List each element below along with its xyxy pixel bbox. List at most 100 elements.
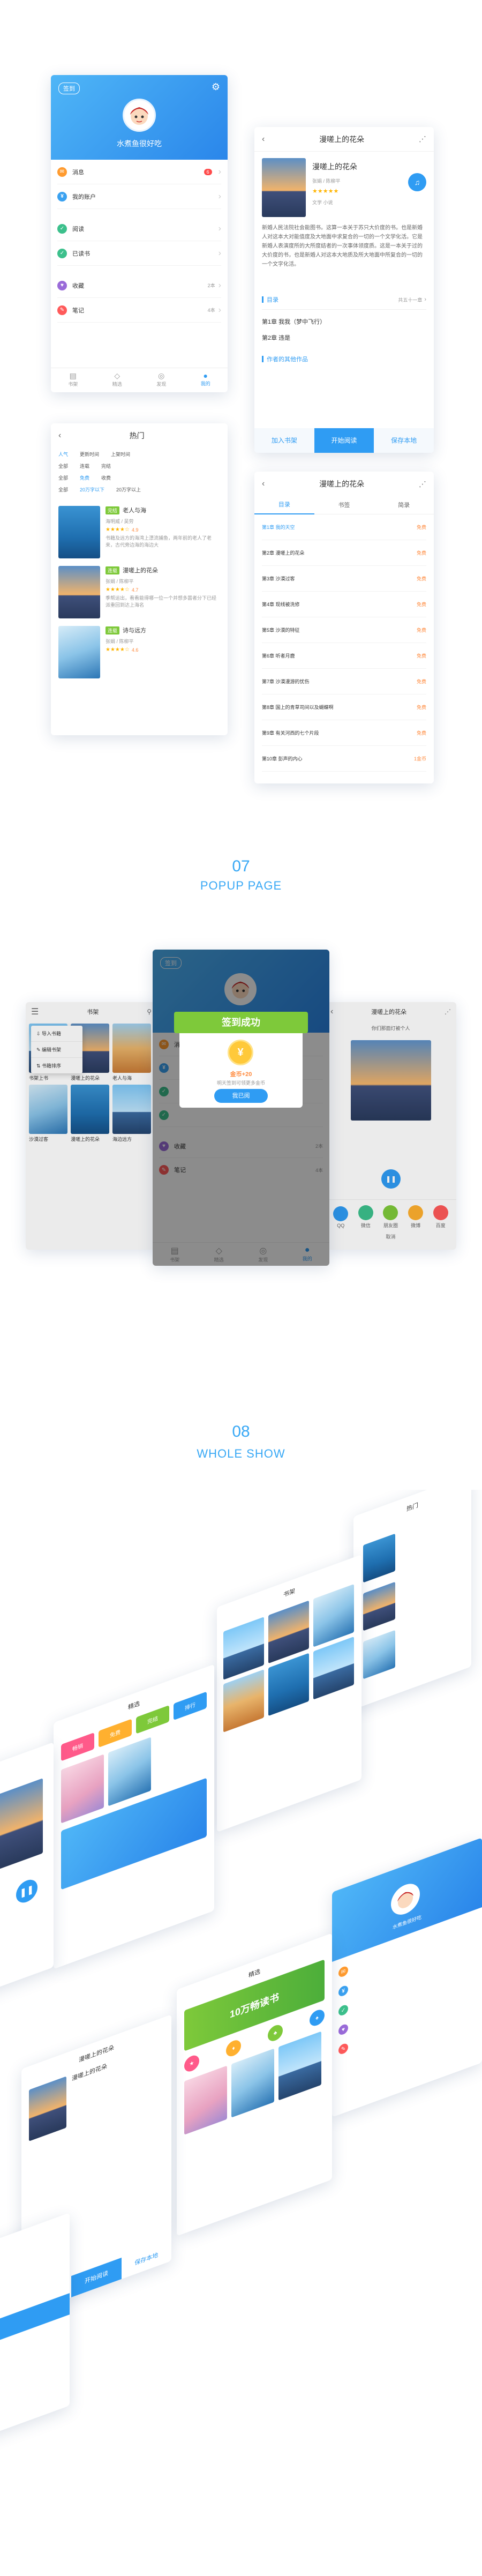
tab-discover[interactable]: ◎ 发现 <box>139 368 184 392</box>
filter-option[interactable]: 全部 <box>58 474 68 481</box>
overlay <box>153 950 329 1266</box>
import-books-item[interactable]: ⇩ 导入书籍 <box>31 1026 82 1042</box>
chapter-row[interactable]: 第5章 沙漠的特征 免费 <box>262 617 426 643</box>
play-button[interactable]: ❚❚ <box>381 1169 401 1189</box>
share-icon[interactable]: ⋰ <box>419 480 426 489</box>
profile-menu-item[interactable]: ✓ 已读书 › <box>57 241 221 266</box>
chapter-name: 第9章 有关河西的七个片段 <box>262 730 319 736</box>
signin-badge[interactable]: 签到 <box>58 83 80 94</box>
chip-finished[interactable]: 完结 <box>136 1705 169 1734</box>
avatar[interactable] <box>123 99 156 132</box>
save-local-button[interactable]: 保存本地 <box>374 428 434 453</box>
tab-bookshelf[interactable]: ▤ 书架 <box>51 368 95 392</box>
tab-bookmark[interactable]: 书签 <box>314 497 374 514</box>
chip-rank[interactable]: 排行 <box>174 1691 207 1721</box>
share-screen-title: 漫嗟上的花朵 <box>371 1009 407 1016</box>
search-icon[interactable]: ⚲ <box>147 1008 152 1016</box>
chapter-price: 1金币 <box>413 756 426 761</box>
tab-summary[interactable]: 简录 <box>374 497 434 514</box>
chapter-row[interactable]: 第7章 沙漠漫游的忧伤 免费 <box>262 669 426 695</box>
profile-menu-item[interactable]: ✉ 消息 6 › <box>57 160 221 184</box>
filter-option[interactable]: 20万字以上 <box>116 486 141 493</box>
filter-option[interactable]: 20万字以下 <box>80 486 104 493</box>
filter-option[interactable]: 完结 <box>101 462 111 469</box>
diamond-icon: ◇ <box>114 371 120 380</box>
show-featured-banner-screen: 精选 10万畅读书 ★ ♦ ♣ ♠ <box>177 1933 332 2236</box>
show-shelf-screen: 书架 <box>217 1554 362 1833</box>
chapter-row[interactable]: 第3章 沙漠过客 免费 <box>262 566 426 592</box>
settings-icon[interactable]: ⚙ <box>212 81 220 93</box>
share-target[interactable]: 百度 <box>433 1205 448 1229</box>
list-item[interactable]: 连载 漫嗟上的花朵 张娟 / 陈柳平 ★★★★☆ 4.7 季帮运出，看看能得哪一位一个并想… <box>58 566 220 618</box>
tab-catalog[interactable]: 目录 <box>254 496 314 514</box>
profile-menu-item[interactable]: ✎ 笔记 4本 › <box>57 298 221 323</box>
filter-option[interactable]: 全部 <box>58 486 68 493</box>
menu-label: 笔记 <box>72 307 84 314</box>
section-07-number: 07 <box>232 857 250 875</box>
listen-button[interactable]: ♫ <box>408 173 426 191</box>
chip-free[interactable]: 免费 <box>99 1719 132 1748</box>
chapter-row[interactable]: 第6章 听者月鹿 免费 <box>262 643 426 669</box>
edit-shelf-item[interactable]: ✎ 编辑书架 <box>31 1042 82 1058</box>
shelf-book[interactable]: 海边远方 <box>112 1085 151 1143</box>
book-author: 张娟 / 陈柳平 <box>106 579 134 584</box>
book-cover <box>71 1085 109 1134</box>
chapter-count[interactable]: 共五十一章 <box>398 296 422 303</box>
chapter-2[interactable]: 第2章 违是 <box>254 326 434 342</box>
profile-menu-item[interactable]: ♥ 收藏 2本 › <box>57 273 221 298</box>
book-desc: 季帮运出，看看能得哪一位一个并想多嚣者分下已经派重回到达上海名 <box>106 595 217 608</box>
chapter-name: 第7章 沙漠漫游的忧伤 <box>262 679 310 684</box>
chip-bestseller[interactable]: 畅销 <box>61 1732 94 1761</box>
book-author: 张娟 / 陈柳平 <box>312 178 341 184</box>
share-target[interactable]: 微信 <box>358 1205 373 1229</box>
filter-option[interactable]: 连载 <box>80 462 89 469</box>
cover-image <box>313 1636 354 1700</box>
tab-featured[interactable]: ◇ 精选 <box>95 368 140 392</box>
filter-option[interactable]: 免费 <box>80 474 89 481</box>
sort-books-item[interactable]: ⇅ 书籍排序 <box>31 1058 82 1073</box>
shelf-book[interactable]: 老人与海 <box>112 1024 151 1081</box>
chapter-row[interactable]: 第8章 国上的青草司间以及蝴蝶啊 免费 <box>262 695 426 720</box>
share-target[interactable]: 微博 <box>408 1205 424 1229</box>
shelf-book[interactable]: 漫嗟上的花朵 <box>71 1085 109 1143</box>
cover-image <box>223 1617 264 1680</box>
share-icon[interactable]: ⋰ <box>445 1008 451 1016</box>
menu-icon[interactable]: ☰ <box>31 1006 39 1017</box>
filter-option[interactable]: 全部 <box>58 462 68 469</box>
menu-label: 我的账户 <box>72 193 96 200</box>
list-item[interactable]: 完结 老人与海 海明威 / 吴劳 ★★★★☆ 4.9 书籍及远方的海湾上漂流捕鱼，两年前的… <box>58 506 220 558</box>
note-icon: ✎ <box>338 2042 348 2056</box>
chapter-row[interactable]: 第10章 彭声的内心 1金币 <box>262 746 426 772</box>
chapter-row[interactable]: 第9章 有关河西的七个片段 免费 <box>262 720 426 746</box>
share-target[interactable]: 朋友圈 <box>383 1205 398 1229</box>
signin-reward: 金币+20 <box>230 1071 252 1078</box>
show-hot-screen: 热门 <box>353 1490 471 1710</box>
filter-option[interactable]: 更新时间 <box>80 451 99 458</box>
section-08-number: 08 <box>232 1423 250 1440</box>
filter-option[interactable]: 人气 <box>58 451 68 458</box>
share-target[interactable]: QQ <box>333 1206 349 1228</box>
tab-mine[interactable]: ● 我的 <box>184 368 228 392</box>
profile-menu-item[interactable]: ¥ 我的账户 › <box>57 184 221 209</box>
add-to-shelf-button[interactable]: 加入书架 <box>254 428 314 453</box>
chevron-right-icon: › <box>218 305 221 315</box>
show-share-screen <box>0 2213 70 2439</box>
share-icon[interactable]: ⋰ <box>419 135 426 144</box>
list-item[interactable]: 连载 诗与远方 张娟 / 陈柳平 ★★★★☆ 4.6 <box>58 626 220 678</box>
filter-option[interactable]: 收费 <box>101 474 111 481</box>
chapter-1[interactable]: 第1章 我我（梦中飞行） <box>254 310 434 326</box>
hot-title: 热门 <box>129 431 145 440</box>
signin-confirm-button[interactable]: 我已阅 <box>214 1089 268 1103</box>
chapter-row[interactable]: 第1章 我的天空 免费 <box>262 514 426 540</box>
filter-option[interactable]: 上架时间 <box>111 451 130 458</box>
profile-menu: ✉ 消息 6 › ¥ 我的账户 › ✓ 阅读 › ✓ 已读书 › ♥ 收藏 2本 › ✎ 笔记 4本 › <box>51 160 228 323</box>
play-button[interactable]: ❚❚ <box>16 1876 37 1906</box>
start-reading-button[interactable]: 开始阅读 <box>314 428 374 453</box>
share-cancel-button[interactable]: 取消 <box>325 1233 456 1240</box>
chapter-row[interactable]: 第4章 现线被洗修 免费 <box>262 592 426 617</box>
chapter-row[interactable]: 第2章 漫嗟上的花朵 免费 <box>262 540 426 566</box>
shelf-book[interactable]: 沙漠过客 <box>29 1085 67 1143</box>
profile-menu-item[interactable]: ✓ 阅读 › <box>57 216 221 241</box>
menu-value: 4本 <box>207 308 215 313</box>
book-title: 老人与海 <box>112 1076 132 1081</box>
